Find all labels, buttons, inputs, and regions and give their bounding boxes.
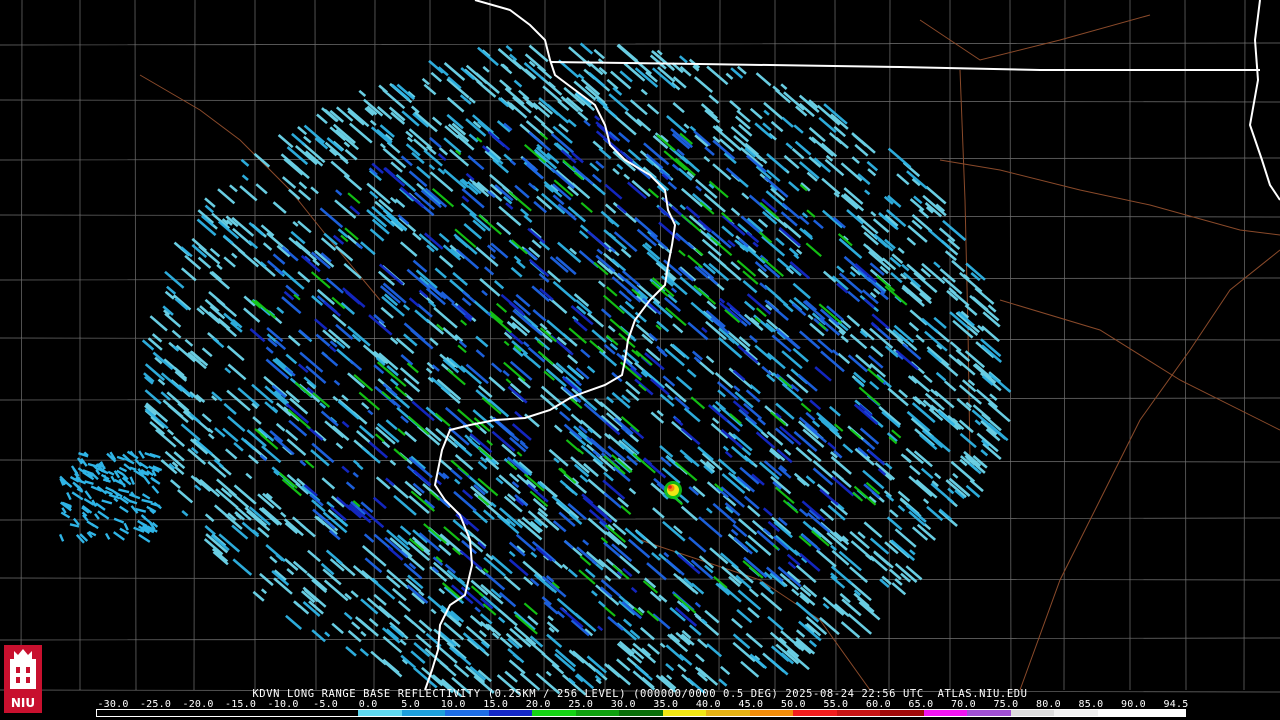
convective-cell [664, 481, 682, 499]
color-bar-segment [967, 710, 1011, 716]
color-bar-segment [749, 710, 794, 716]
color-bar-segment [401, 710, 446, 716]
color-bar-segment [619, 710, 663, 716]
color-bar-segment [923, 710, 968, 716]
color-bar-segment [97, 710, 141, 716]
color-bar-segment [184, 710, 228, 716]
color-bar-segment [445, 710, 489, 716]
color-bar-segment [662, 710, 707, 716]
radar-display: NIU KDVN LONG RANGE BASE REFLECTIVITY (0… [0, 0, 1280, 720]
color-bar-segment [836, 710, 881, 716]
color-bar-segment [706, 710, 750, 716]
highway-2 [999, 299, 1280, 431]
echo-west-cluster [58, 450, 163, 544]
color-bar-segment [1054, 710, 1098, 716]
reflectivity-echoes [58, 42, 1012, 698]
color-bar-segment [227, 710, 272, 716]
color-bar-segment [575, 710, 620, 716]
color-bar-segment [271, 710, 315, 716]
color-bar-segment [488, 710, 533, 716]
highway-3 [1019, 249, 1280, 691]
radar-map [0, 0, 1280, 698]
highway-1 [939, 159, 1280, 236]
highway-4 [919, 14, 1151, 61]
color-scale-labels: -30.0 -25.0 -20.0 -15.0 -10.0 -5.0 0.0 5.0 10.0 1… [0, 699, 1280, 710]
color-bar-segment [314, 710, 359, 716]
color-bar-segment [1097, 710, 1142, 716]
color-bar-segment [140, 710, 185, 716]
color-bar-segment [358, 710, 402, 716]
highway-lines [139, 14, 1280, 691]
state-border-1 [549, 61, 1260, 71]
state-border-2 [1248, 0, 1280, 201]
color-bar-segment [1141, 710, 1185, 716]
color-bar-segment [880, 710, 924, 716]
color-scale-bar [96, 709, 1186, 717]
color-bar-segment [793, 710, 837, 716]
color-bar-segment [1010, 710, 1055, 716]
color-bar-segment [532, 710, 576, 716]
